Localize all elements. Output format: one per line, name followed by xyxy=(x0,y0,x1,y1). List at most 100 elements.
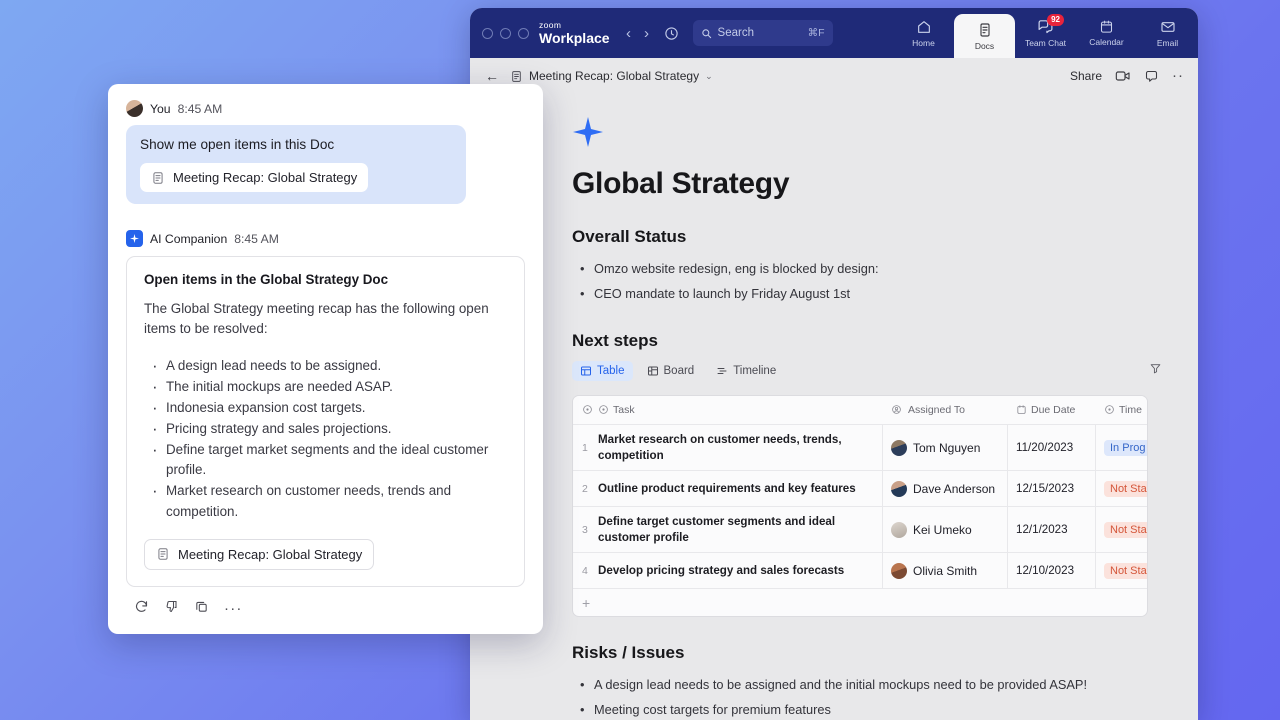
header-cell-due-date[interactable]: Due Date xyxy=(1008,404,1096,416)
window-traffic-lights[interactable] xyxy=(482,28,529,39)
list-item: The initial mockups are needed ASAP. xyxy=(144,377,507,397)
breadcrumb[interactable]: Meeting Recap: Global Strategy ⌄ xyxy=(510,69,713,83)
message-author: AI Companion xyxy=(150,232,227,246)
assignee-name: Dave Anderson xyxy=(913,482,995,496)
thumbs-down-icon[interactable] xyxy=(164,599,179,619)
cell-task[interactable]: Outline product requirements and key fea… xyxy=(596,471,883,506)
avatar xyxy=(891,440,907,456)
assignee-name: Olivia Smith xyxy=(913,564,977,578)
table-row[interactable]: 4 Develop pricing strategy and sales for… xyxy=(573,553,1147,589)
tab-table[interactable]: Table xyxy=(572,361,633,381)
due-date-text: 12/10/2023 xyxy=(1016,564,1074,577)
ai-response-card: Open items in the Global Strategy Doc Th… xyxy=(126,256,525,587)
video-camera-icon[interactable] xyxy=(1115,69,1131,83)
search-input[interactable]: Search ⌘F xyxy=(693,20,833,46)
list-item: Pricing strategy and sales projections. xyxy=(144,419,507,439)
brand-workplace-text: Workplace xyxy=(539,31,610,45)
task-text: Outline product requirements and key fea… xyxy=(598,474,856,504)
calendar-icon xyxy=(1099,19,1114,34)
list-item: Meeting cost targets for premium feature… xyxy=(578,698,1162,720)
table-row[interactable]: 1 Market research on customer needs, tre… xyxy=(573,425,1147,471)
overall-status-list: Omzo website redesign, eng is blocked by… xyxy=(578,257,1162,307)
header-cell-assigned-to[interactable]: Assigned To xyxy=(883,404,1008,416)
doc-reference-chip[interactable]: Meeting Recap: Global Strategy xyxy=(140,163,368,192)
table-row[interactable]: 2 Outline product requirements and key f… xyxy=(573,471,1147,507)
cell-status[interactable]: In Prog xyxy=(1096,425,1148,470)
cell-assignee[interactable]: Dave Anderson xyxy=(883,471,1008,506)
cell-rownum: 2 xyxy=(573,471,596,506)
doc-reference-chip[interactable]: Meeting Recap: Global Strategy xyxy=(144,539,374,570)
more-horizontal-icon[interactable]: ··· xyxy=(224,604,243,613)
topnav-item-email[interactable]: Email xyxy=(1137,8,1198,58)
avatar xyxy=(891,481,907,497)
copy-icon[interactable] xyxy=(194,599,209,619)
cell-rownum: 4 xyxy=(573,553,596,588)
add-row-button[interactable]: + xyxy=(573,589,1147,616)
header-label-time: Time xyxy=(1119,404,1142,416)
cell-assignee[interactable]: Olivia Smith xyxy=(883,553,1008,588)
zoom-logo: zoom Workplace xyxy=(539,21,610,45)
filter-funnel-icon[interactable] xyxy=(1149,362,1162,380)
topnav-item-calendar[interactable]: Calendar xyxy=(1076,8,1137,58)
top-navigation: Home Docs 92 Team Chat Ca xyxy=(893,8,1198,58)
document-icon xyxy=(510,70,523,83)
topnav-item-docs[interactable]: Docs xyxy=(954,14,1015,58)
close-window-button[interactable] xyxy=(482,28,493,39)
header-cell-task[interactable]: Task xyxy=(596,404,883,416)
cell-due-date[interactable]: 11/20/2023 xyxy=(1008,425,1096,470)
ai-open-items-list: A design lead needs to be assigned. The … xyxy=(144,356,507,522)
avatar xyxy=(126,100,143,117)
avatar xyxy=(891,522,907,538)
nav-back-button[interactable]: ‹ xyxy=(620,25,638,42)
zoom-workplace-window: zoom Workplace ‹ › Search ⌘F Home xyxy=(470,8,1198,720)
topnav-label-calendar: Calendar xyxy=(1089,37,1124,47)
ai-card-title: Open items in the Global Strategy Doc xyxy=(144,272,507,287)
topnav-label-email: Email xyxy=(1157,38,1178,48)
cell-task[interactable]: Define target customer segments and idea… xyxy=(596,507,883,552)
ai-sparkle-icon xyxy=(572,116,1162,153)
board-kanban-icon xyxy=(647,365,659,377)
row-number: 3 xyxy=(582,524,588,536)
doc-chip-label: Meeting Recap: Global Strategy xyxy=(178,547,362,562)
maximize-window-button[interactable] xyxy=(518,28,529,39)
table-row[interactable]: 3 Define target customer segments and id… xyxy=(573,507,1147,553)
assignee-name: Kei Umeko xyxy=(913,523,972,537)
table-header-row: Task Assigned To Due Date Time xyxy=(573,396,1147,425)
list-item: CEO mandate to launch by Friday August 1… xyxy=(578,282,1162,307)
ai-companion-icon xyxy=(126,230,143,247)
tab-timeline[interactable]: Timeline xyxy=(708,361,784,381)
header-cell-time[interactable]: Time xyxy=(1096,404,1148,416)
cell-due-date[interactable]: 12/10/2023 xyxy=(1008,553,1096,588)
more-horizontal-icon[interactable]: ·· xyxy=(1172,72,1184,80)
tab-label-board: Board xyxy=(664,365,695,377)
nav-forward-button[interactable]: › xyxy=(638,25,656,42)
brand-zoom-text: zoom xyxy=(539,21,610,30)
regenerate-icon[interactable] xyxy=(134,599,149,619)
topnav-item-team-chat[interactable]: 92 Team Chat xyxy=(1015,8,1076,58)
cell-due-date[interactable]: 12/15/2023 xyxy=(1008,471,1096,506)
document-icon xyxy=(156,547,170,561)
chevron-down-icon[interactable]: ⌄ xyxy=(705,71,713,82)
status-badge: In Prog xyxy=(1104,440,1148,456)
breadcrumb-title: Meeting Recap: Global Strategy xyxy=(529,69,699,83)
comment-bubble-icon[interactable] xyxy=(1144,69,1159,84)
share-button[interactable]: Share xyxy=(1070,69,1102,83)
topnav-item-home[interactable]: Home xyxy=(893,8,954,58)
cell-task[interactable]: Market research on customer needs, trend… xyxy=(596,425,883,470)
cell-task[interactable]: Develop pricing strategy and sales forec… xyxy=(596,553,883,588)
cell-assignee[interactable]: Tom Nguyen xyxy=(883,425,1008,470)
back-arrow-icon[interactable]: ← xyxy=(482,68,502,84)
tab-board[interactable]: Board xyxy=(639,361,703,381)
list-item: Market research on customer needs, trend… xyxy=(144,481,507,521)
cell-assignee[interactable]: Kei Umeko xyxy=(883,507,1008,552)
header-label-assigned-to: Assigned To xyxy=(908,404,965,416)
ai-companion-panel: You 8:45 AM Show me open items in this D… xyxy=(108,84,543,634)
cell-status[interactable]: Not Sta xyxy=(1096,507,1148,552)
history-clock-icon[interactable] xyxy=(664,26,679,41)
minimize-window-button[interactable] xyxy=(500,28,511,39)
cell-status[interactable]: Not Sta xyxy=(1096,553,1148,588)
topnav-label-team-chat: Team Chat xyxy=(1025,38,1066,48)
due-date-text: 12/15/2023 xyxy=(1016,482,1074,495)
cell-status[interactable]: Not Sta xyxy=(1096,471,1148,506)
cell-due-date[interactable]: 12/1/2023 xyxy=(1008,507,1096,552)
